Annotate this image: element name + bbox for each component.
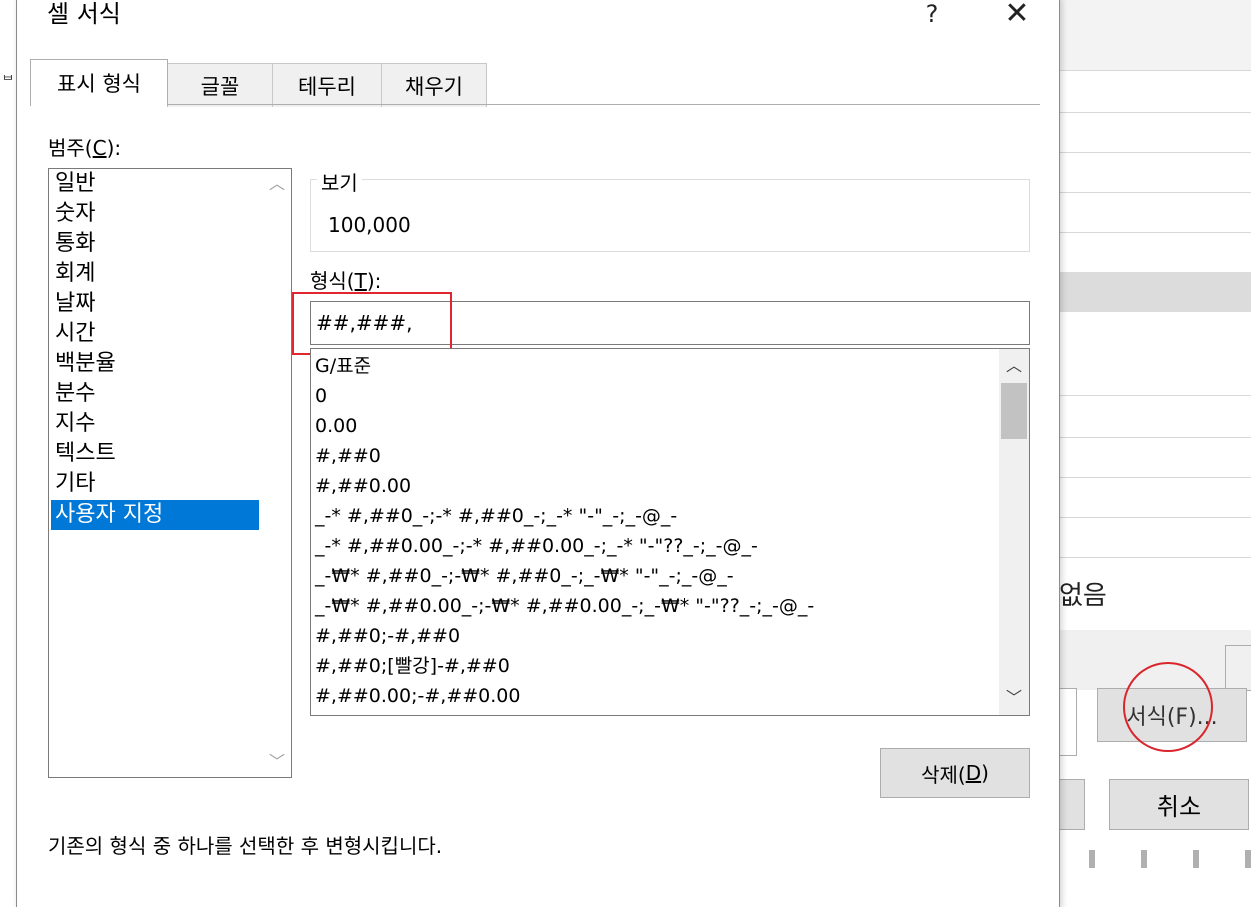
chevron-down-icon[interactable]: ﹀ [999,685,1029,711]
category-list[interactable]: 일반 숫자 통화 회계 날짜 시간 백분율 분수 지수 텍스트 기타 사용자 지… [48,168,292,778]
background-none-text: 없음 [1059,581,1107,611]
format-option[interactable]: _-₩* #,##0_-;-₩* #,##0_-;_-₩* "-"_-;_-@_… [315,561,734,591]
format-option[interactable]: #,##0;[빨강]-#,##0 [315,651,510,681]
chevron-up-icon[interactable]: ︿ [999,353,1029,379]
format-option[interactable]: 0 [315,381,327,411]
preview-value: 100,000 [328,213,411,237]
category-item-scientific[interactable]: 지수 [51,409,259,439]
tab-border[interactable]: 테두리 [272,63,382,107]
category-item-percentage[interactable]: 백분율 [51,349,259,379]
format-option[interactable]: 0.00 [315,411,357,441]
format-option[interactable]: #,##0;-#,##0 [315,621,460,651]
category-item-text[interactable]: 텍스트 [51,439,259,469]
background-small-button[interactable] [1225,645,1251,691]
category-item-general[interactable]: 일반 [51,169,259,199]
cancel-button[interactable]: 취소 [1109,779,1249,830]
category-scrollbar[interactable]: ︿ ﹀ [263,169,291,777]
close-button[interactable]: ✕ [995,0,1039,31]
format-list-scrollbar[interactable]: ︿ ﹀ [999,349,1029,715]
scrollbar-thumb[interactable] [1001,383,1027,439]
format-list[interactable]: G/표준 0 0.00 #,##0 #,##0.00 _-* #,##0_-;-… [310,348,1030,716]
format-type-input[interactable]: ##,###, [310,301,1030,345]
category-item-accounting[interactable]: 회계 [51,259,259,289]
format-option[interactable]: #,##0 [315,441,381,471]
format-cells-dialog: 셀 서식 ? ✕ 표시 형식 글꼴 테두리 채우기 범주(C): 일반 숫자 통… [16,0,1060,907]
format-label: 형식(T): [310,269,382,293]
delete-button[interactable]: 삭제(D) [880,748,1030,798]
format-option[interactable]: _-* #,##0_-;-* #,##0_-;_-* "-"_-;_-@_- [315,501,677,531]
description-text: 기존의 형식 중 하나를 선택한 후 변형시킵니다. [48,834,443,858]
tab-number-format[interactable]: 표시 형식 [30,59,168,106]
category-item-date[interactable]: 날짜 [51,289,259,319]
format-option[interactable]: #,##0.00 [315,471,411,501]
category-item-custom[interactable]: 사용자 지정 [51,500,259,530]
preview-group [310,179,1030,252]
background-bottom-strip [1059,850,1251,868]
category-item-number[interactable]: 숫자 [51,199,259,229]
format-option[interactable]: G/표준 [315,351,371,381]
highlight-circle [1123,662,1213,752]
format-option[interactable]: #,##0.00;-#,##0.00 [315,681,520,711]
category-item-special[interactable]: 기타 [51,469,259,499]
chevron-up-icon[interactable]: ︿ [263,171,291,197]
tab-fill[interactable]: 채우기 [381,63,487,107]
chevron-down-icon[interactable]: ﹀ [263,749,291,775]
category-item-time[interactable]: 시간 [51,319,259,349]
format-option[interactable]: _-* #,##0.00_-;-* #,##0.00_-;_-* "-"??_-… [315,531,758,561]
tab-font[interactable]: 글꼴 [167,63,273,107]
format-option[interactable]: _-₩* #,##0.00_-;-₩* #,##0.00_-;_-₩* "-"?… [315,591,814,621]
category-item-fraction[interactable]: 분수 [51,379,259,409]
dialog-title: 셀 서식 [47,0,121,28]
category-item-currency[interactable]: 통화 [51,229,259,259]
preview-label: 보기 [317,167,362,196]
background-right-panel: 없음 서식(F)... 취소 [1055,0,1251,907]
tab-bar: 표시 형식 글꼴 테두리 채우기 [30,59,1030,107]
category-label: 범주(C): [48,136,122,160]
help-button[interactable]: ? [917,0,947,31]
